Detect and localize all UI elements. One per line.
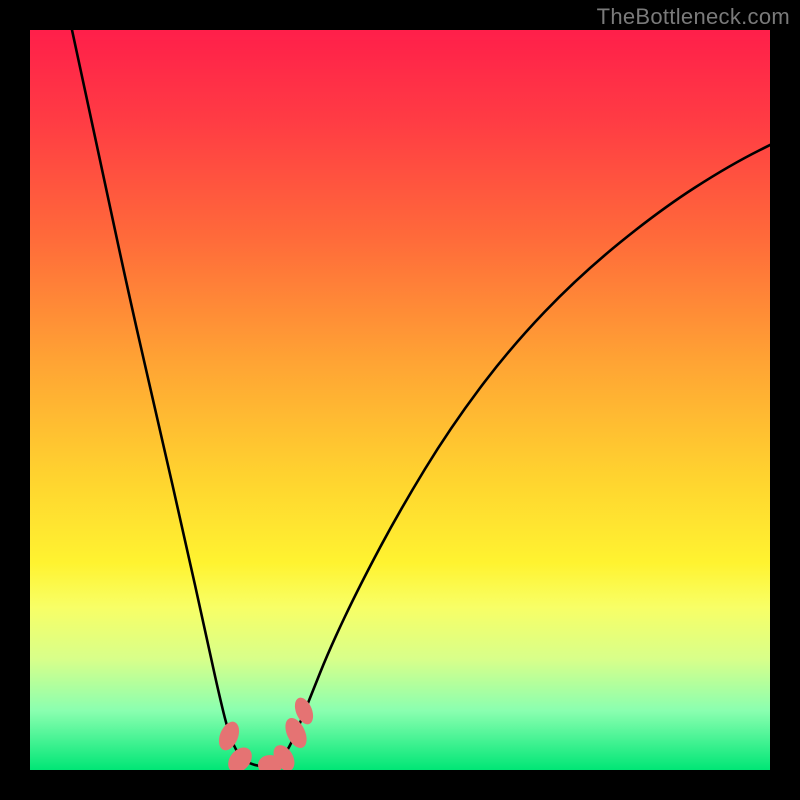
bottleneck-curve	[72, 30, 770, 766]
source-credit: TheBottleneck.com	[597, 4, 790, 30]
chart-plot-area	[30, 30, 770, 770]
highlight-marker	[215, 719, 243, 754]
chart-svg	[30, 30, 770, 770]
marker-group	[215, 695, 317, 770]
